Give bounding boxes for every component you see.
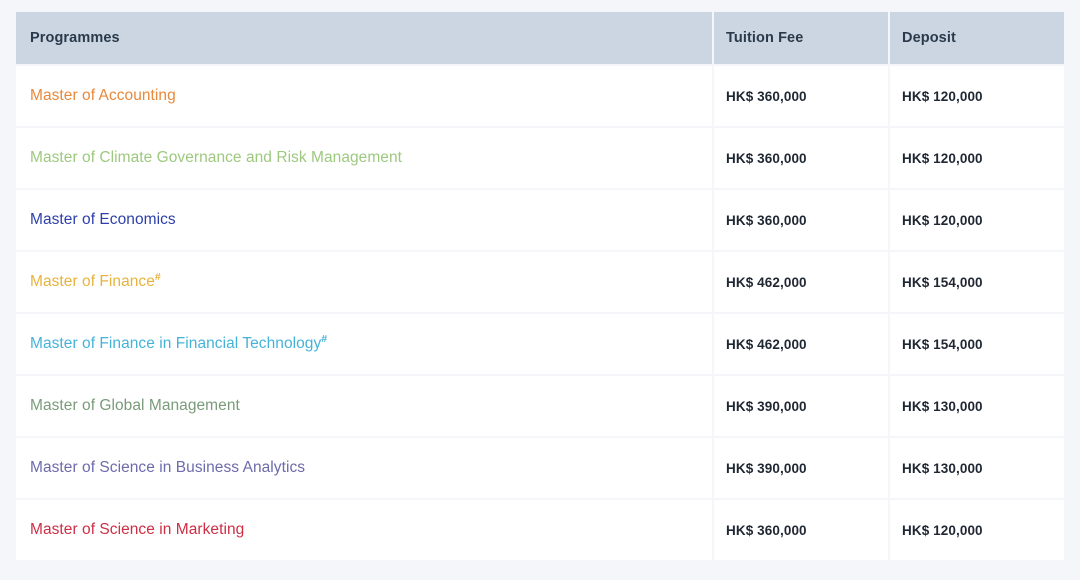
tuition-fee-cell: HK$ 360,000 xyxy=(714,66,888,126)
deposit-value: HK$ 154,000 xyxy=(902,336,983,352)
tuition-fee-value: HK$ 390,000 xyxy=(726,460,807,476)
programme-cell: Master of Finance in Financial Technolog… xyxy=(16,314,712,374)
deposit-value: HK$ 130,000 xyxy=(902,398,983,414)
table-row: Master of Finance# HK$ 462,000 HK$ 154,000 xyxy=(16,252,1064,312)
programme-link[interactable]: Master of Science in Business Analytics xyxy=(30,459,305,477)
programme-link[interactable]: Master of Finance# xyxy=(30,270,161,291)
tuition-fee-value: HK$ 360,000 xyxy=(726,88,807,104)
programme-label: Master of Science in Marketing xyxy=(30,521,245,538)
tuition-fee-value: HK$ 360,000 xyxy=(726,522,807,538)
column-header-deposit: Deposit xyxy=(890,12,1064,64)
column-header-tuition-fee: Tuition Fee xyxy=(714,12,888,64)
programme-label: Master of Climate Governance and Risk Ma… xyxy=(30,149,402,166)
deposit-cell: HK$ 154,000 xyxy=(890,314,1064,374)
programme-link[interactable]: Master of Finance in Financial Technolog… xyxy=(30,332,328,353)
deposit-value: HK$ 120,000 xyxy=(902,88,983,104)
programme-link[interactable]: Master of Science in Marketing xyxy=(30,521,244,539)
programme-label: Master of Science in Business Analytics xyxy=(30,459,306,476)
column-header-programmes-label: Programmes xyxy=(30,30,120,46)
programme-cell: Master of Climate Governance and Risk Ma… xyxy=(16,128,712,188)
fee-table: Programmes Tuition Fee Deposit Master of… xyxy=(16,12,1064,562)
programme-link[interactable]: Master of Accounting xyxy=(30,87,176,105)
programme-link[interactable]: Master of Economics xyxy=(30,211,176,229)
table-body: Master of Accounting HK$ 360,000 HK$ 120,0… xyxy=(16,66,1064,560)
column-header-tuition-fee-label: Tuition Fee xyxy=(726,30,804,46)
programme-cell: Master of Finance# xyxy=(16,252,712,312)
table-row: Master of Science in Business Analytics H… xyxy=(16,438,1064,498)
deposit-cell: HK$ 130,000 xyxy=(890,438,1064,498)
programme-cell: Master of Global Management xyxy=(16,376,712,436)
tuition-fee-cell: HK$ 360,000 xyxy=(714,190,888,250)
tuition-fee-cell: HK$ 462,000 xyxy=(714,252,888,312)
deposit-value: HK$ 120,000 xyxy=(902,150,983,166)
table-row: Master of Accounting HK$ 360,000 HK$ 120,0… xyxy=(16,66,1064,126)
column-header-deposit-label: Deposit xyxy=(902,30,956,46)
deposit-value: HK$ 130,000 xyxy=(902,460,983,476)
footnote-marker: # xyxy=(321,332,328,345)
programme-cell: Master of Economics xyxy=(16,190,712,250)
tuition-fee-value: HK$ 462,000 xyxy=(726,336,807,352)
tuition-fee-value: HK$ 360,000 xyxy=(726,150,807,166)
programme-cell: Master of Science in Business Analytics xyxy=(16,438,712,498)
tuition-fee-value: HK$ 462,000 xyxy=(726,274,807,290)
deposit-cell: HK$ 120,000 xyxy=(890,500,1064,560)
table-row: Master of Economics HK$ 360,000 HK$ 120,00… xyxy=(16,190,1064,250)
programme-label: Master of Finance xyxy=(30,273,155,290)
deposit-cell: HK$ 154,000 xyxy=(890,252,1064,312)
deposit-cell: HK$ 120,000 xyxy=(890,66,1064,126)
table-header-row: Programmes Tuition Fee Deposit xyxy=(16,12,1064,64)
tuition-fee-cell: HK$ 462,000 xyxy=(714,314,888,374)
tuition-fee-value: HK$ 360,000 xyxy=(726,212,807,228)
programme-label: Master of Economics xyxy=(30,211,176,228)
programme-label: Master of Global Management xyxy=(30,397,240,414)
programme-link[interactable]: Master of Global Management xyxy=(30,397,240,415)
deposit-cell: HK$ 120,000 xyxy=(890,190,1064,250)
deposit-value: HK$ 154,000 xyxy=(902,274,983,290)
programme-cell: Master of Science in Marketing xyxy=(16,500,712,560)
table-row: Master of Climate Governance and Risk Ma… xyxy=(16,128,1064,188)
deposit-cell: HK$ 120,000 xyxy=(890,128,1064,188)
table-row: Master of Global Management HK$ 390,000 HK… xyxy=(16,376,1064,436)
footnote-marker: # xyxy=(154,270,161,283)
column-header-programmes: Programmes xyxy=(16,12,712,64)
tuition-fee-cell: HK$ 390,000 xyxy=(714,438,888,498)
tuition-fee-cell: HK$ 360,000 xyxy=(714,128,888,188)
deposit-value: HK$ 120,000 xyxy=(902,212,983,228)
table-row: Master of Finance in Financial Technolog… xyxy=(16,314,1064,374)
table-row: Master of Science in Marketing HK$ 360,00… xyxy=(16,500,1064,560)
deposit-cell: HK$ 130,000 xyxy=(890,376,1064,436)
tuition-fee-cell: HK$ 360,000 xyxy=(714,500,888,560)
tuition-fee-cell: HK$ 390,000 xyxy=(714,376,888,436)
deposit-value: HK$ 120,000 xyxy=(902,522,983,538)
programme-label: Master of Accounting xyxy=(30,87,176,104)
programme-cell: Master of Accounting xyxy=(16,66,712,126)
programme-label: Master of Finance in Financial Technolog… xyxy=(30,335,322,352)
programme-link[interactable]: Master of Climate Governance and Risk Ma… xyxy=(30,149,402,167)
tuition-fee-value: HK$ 390,000 xyxy=(726,398,807,414)
